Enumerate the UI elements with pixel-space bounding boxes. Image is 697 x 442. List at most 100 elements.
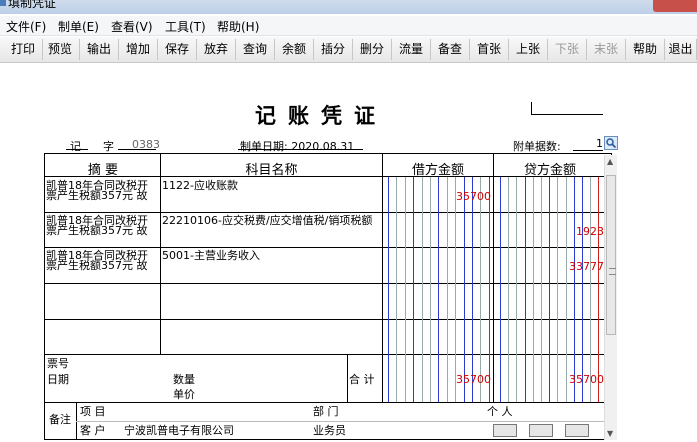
ticket-no-label: 票号 [47,357,69,370]
amount-gridline [430,177,431,402]
toolbar-button-13[interactable]: 上张 [509,39,548,60]
dept-label: 部 门 [313,405,339,418]
toolbar-button-3[interactable]: 增加 [119,39,158,60]
amount-gridline [447,177,448,402]
toolbar-button-1[interactable]: 预览 [41,39,80,60]
project-label: 项 目 [80,405,106,418]
menu-voucher[interactable]: 制单(E) [58,18,99,35]
amount-gridline [489,177,490,402]
voucher-type[interactable]: 记 [70,138,81,154]
person-label: 个 人 [487,405,513,418]
amount-gridline [598,177,599,402]
app-icon [0,0,6,6]
amount-gridline [533,177,534,402]
col-summary: 摘 要 [87,163,119,178]
attach-count[interactable]: 1 [573,137,603,151]
entry-summary[interactable]: 票产生税额357元 故 [46,190,148,201]
amount-gridline [464,177,465,402]
customer-value[interactable]: 宁波凯普电子有限公司 [124,425,234,436]
total-credit: 35700 [569,373,604,386]
toolbar-button-6[interactable]: 查询 [236,39,275,60]
search-icon[interactable] [604,136,618,150]
remarks-label: 备注 [49,413,71,426]
row-divider [44,402,612,403]
voucher-date[interactable]: 制单日期: 2020.08.31 [240,138,354,154]
toolbar-button-4[interactable]: 保存 [158,39,197,60]
entry-account[interactable]: 5001-主营业务收入 [162,250,260,261]
toolbar-button-14[interactable]: 下张 [548,39,587,60]
amount-gridline [396,177,397,402]
toolbar-button-15[interactable]: 末张 [587,39,626,60]
menu-file[interactable]: 文件(F) [6,18,46,35]
total-label: 合 计 [349,373,375,386]
customer-label: 客 户 [80,424,106,437]
voucher-mark-box [531,102,603,115]
tool-icon[interactable] [565,424,589,437]
toolbar-button-5[interactable]: 放弃 [197,39,236,60]
amount-gridline [549,177,550,402]
toolbar-button-17[interactable]: 退出 [665,39,697,60]
entry-account[interactable]: 22210106-应交税费/应交增值税/销项税额 [162,215,372,226]
amount-gridline [413,177,414,402]
toolbar-button-7[interactable]: 余额 [275,39,314,60]
toolbar-button-11[interactable]: 备查 [431,39,470,60]
amount-gridline [472,177,473,402]
menu-bar: 文件(F) 制单(E) 查看(V) 工具(T) 帮助(H) [0,16,697,36]
scroll-up-icon[interactable]: ▲ [607,157,613,166]
toolbar-button-0[interactable]: 打印 [4,39,43,60]
card-icon[interactable] [493,424,517,437]
entry-summary[interactable]: 票产生税额357元 故 [46,260,148,271]
col-debit: 借方金额 [411,163,464,178]
footer-date-label: 日期 [47,373,69,386]
amount-gridline [405,177,406,402]
price-label: 单价 [173,388,195,401]
row-divider [44,354,612,355]
toolbar-button-10[interactable]: 流量 [392,39,431,60]
voucher-zi-label: 字 [103,140,114,153]
toolbar-button-8[interactable]: 插分 [314,39,353,60]
row-divider [44,319,612,320]
qty-label: 数量 [173,373,195,386]
toolbar-button-16[interactable]: 帮助 [626,39,665,60]
amount-gridline [388,177,389,402]
entry-credit[interactable]: 33777 [557,260,604,273]
row-divider [44,212,612,213]
toolbar: 打印 预览 输出 增加 保存 放弃 查询 余额 插分 删分 流量 备查 首张 上张 下张 末张 帮助 退出 [0,37,697,63]
row-divider [44,247,612,248]
amount-gridline [566,177,567,402]
amount-gridline [508,177,509,402]
window-title: 填制凭证 [8,0,57,10]
scroll-down-icon[interactable]: ▼ [607,429,613,438]
menu-view[interactable]: 查看(V) [111,18,153,35]
amount-gridline [422,177,423,402]
scroll-thumb[interactable] [606,175,616,335]
col-divider [347,354,348,402]
entry-account[interactable]: 1122-应收账款 [162,180,238,191]
amount-gridline [455,177,456,402]
amount-gridline [480,177,481,402]
amount-gridline [516,177,517,402]
entry-debit[interactable]: 35700 [448,190,491,203]
title-bar: 填制凭证 [0,0,697,14]
toolbar-button-2[interactable]: 输出 [80,39,119,60]
toolbar-button-9[interactable]: 删分 [353,39,392,60]
amount-gridline [582,177,583,402]
attach-label: 附单据数: [513,140,561,153]
amount-gridline [438,177,439,402]
vertical-scrollbar[interactable]: ▲ ▼ [604,155,617,440]
row-divider [44,283,612,284]
amount-gridline [590,177,591,402]
menu-help[interactable]: 帮助(H) [217,18,259,35]
close-icon[interactable] [653,0,697,12]
col-divider [382,153,383,402]
toolbar-button-12[interactable]: 首张 [470,39,509,60]
amount-gridline [557,177,558,402]
salesman-label: 业务员 [313,424,346,437]
entry-credit[interactable]: 1923 [557,225,604,238]
total-debit: 35700 [456,373,491,386]
col-account: 科目名称 [245,163,298,178]
entry-summary[interactable]: 票产生税额357元 故 [46,225,148,236]
list-icon[interactable] [529,424,553,437]
amount-gridline [574,177,575,402]
menu-tools[interactable]: 工具(T) [165,18,206,35]
